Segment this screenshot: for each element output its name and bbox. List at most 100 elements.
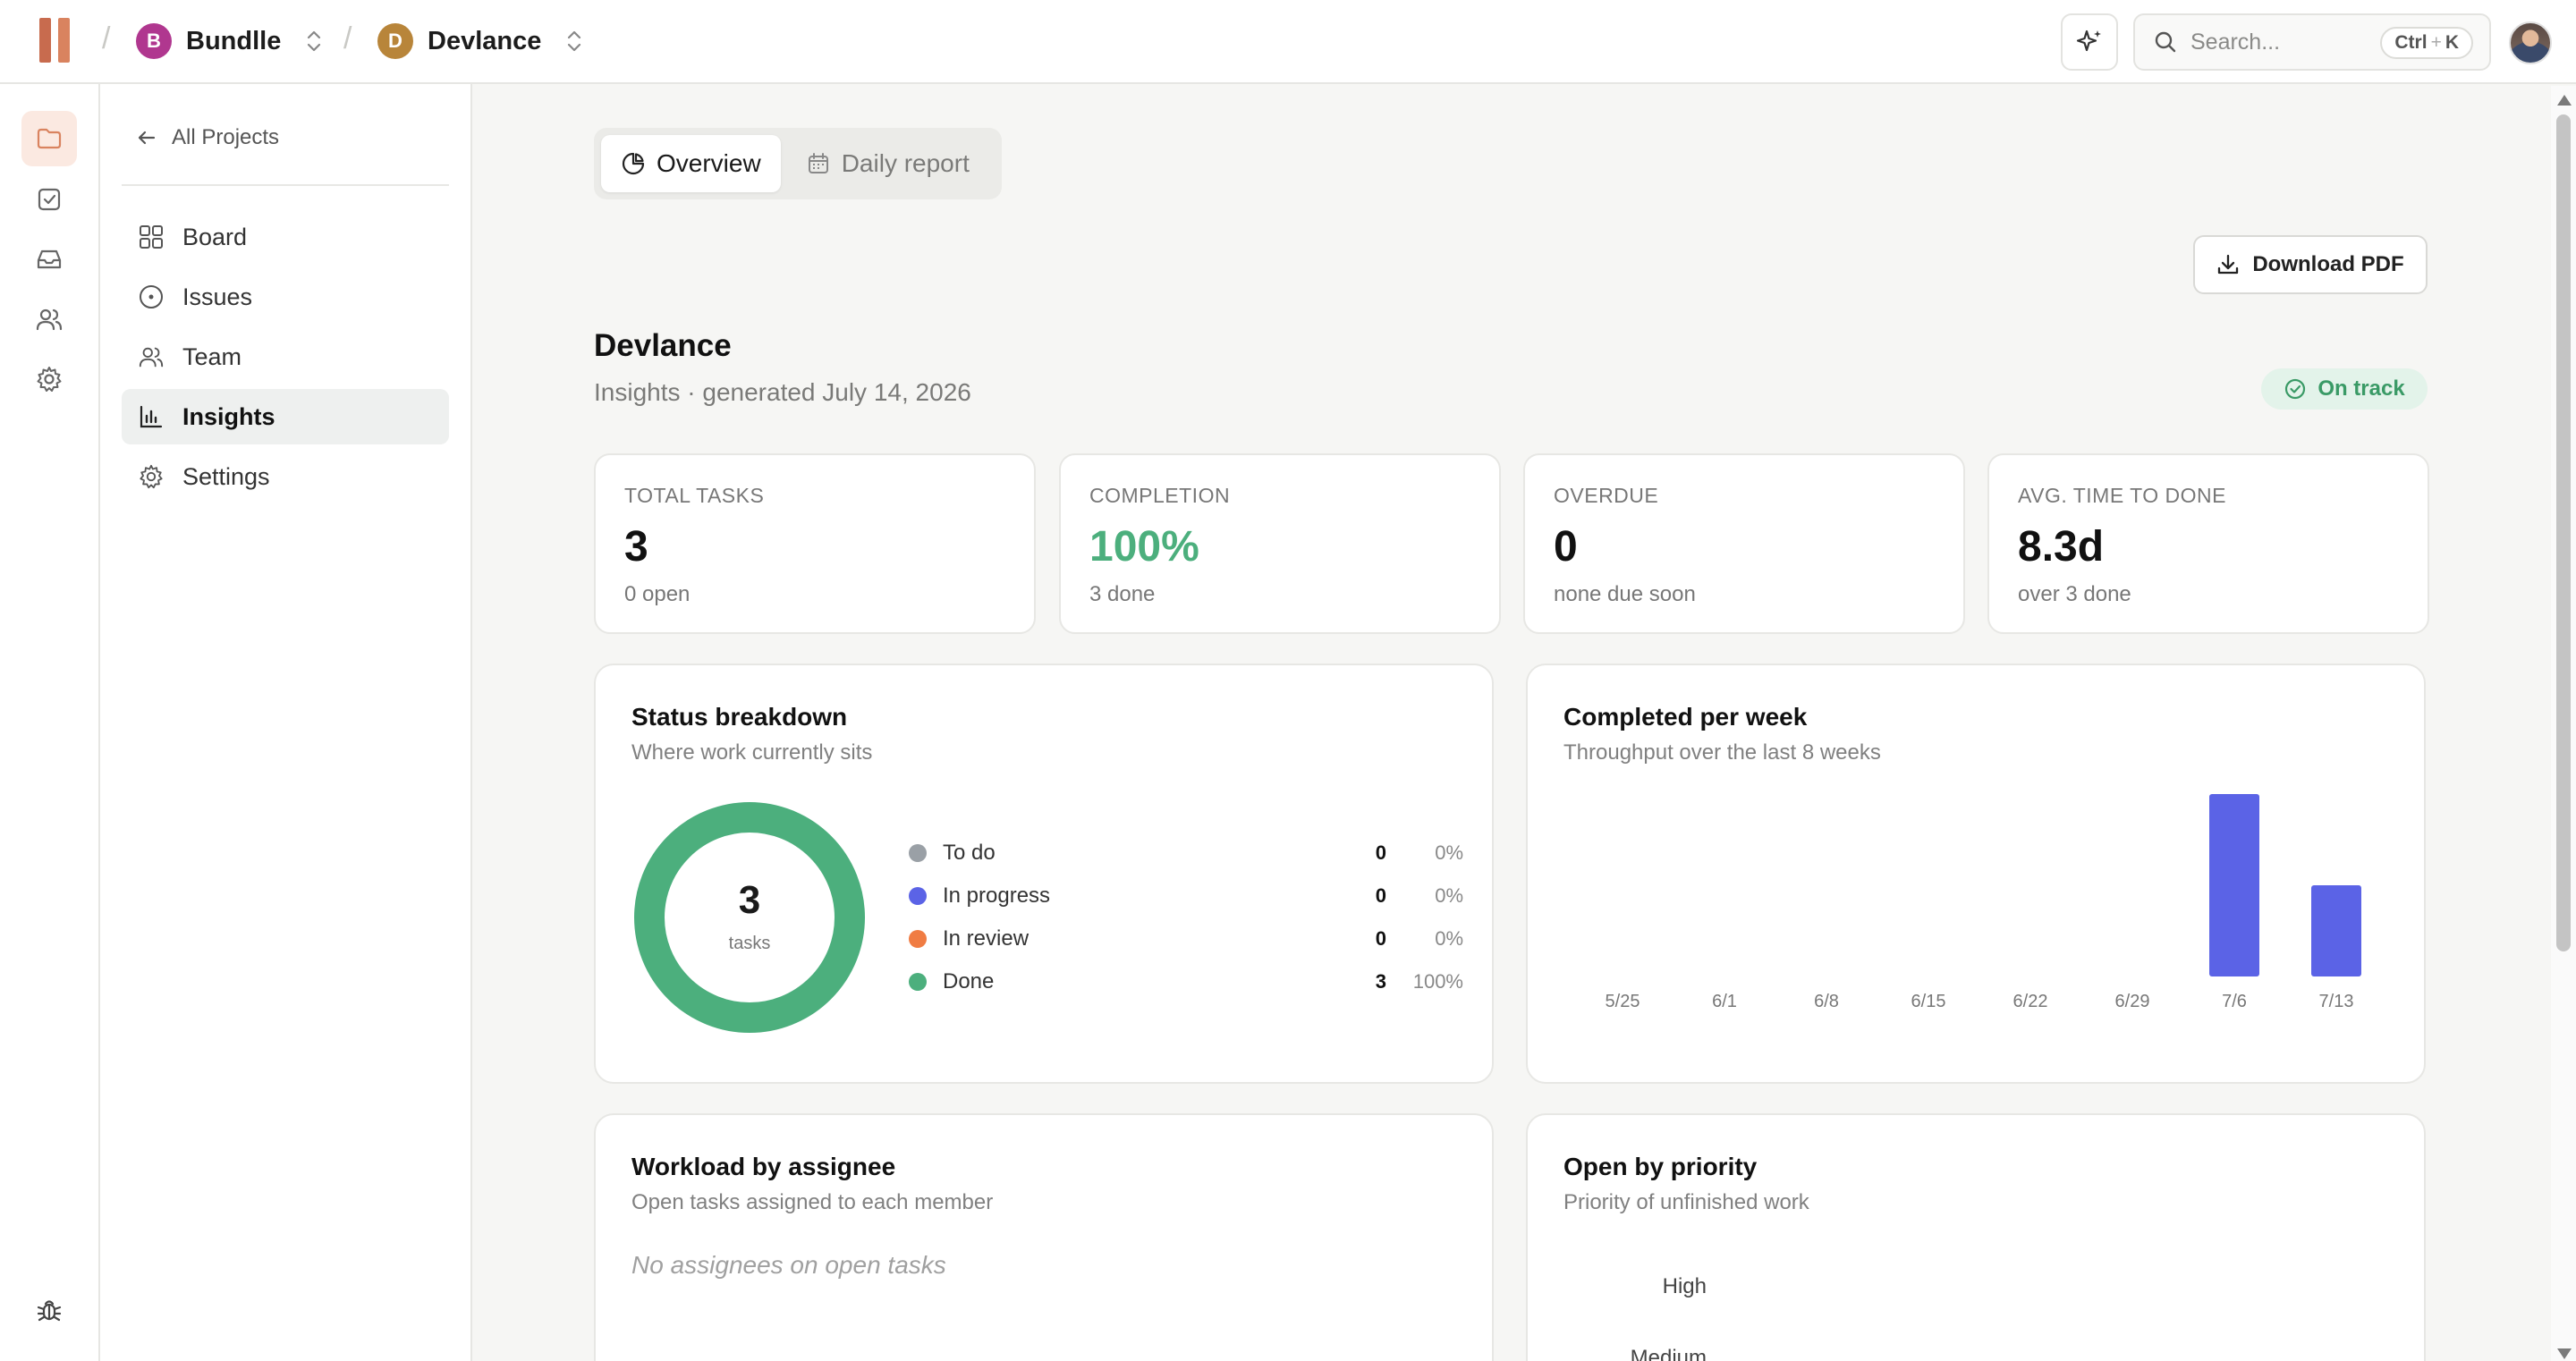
legend-label: Done [943,969,995,993]
check-circle-icon [2285,378,2306,400]
legend-percent: 0% [1435,927,1463,950]
x-tick-label: 6/29 [2115,992,2150,1011]
legend-row-in-progress: In progress 0 0% [909,878,1463,914]
legend-dot [909,844,927,862]
x-tick-label: 7/13 [2319,992,2354,1011]
search-icon [2155,31,2176,53]
card-subtitle: Priority of unfinished work [1563,1190,1809,1214]
circle-dot-icon [140,285,163,309]
sidebar-item-insights[interactable]: Insights [122,389,449,444]
stat-label: OVERDUE [1554,484,1659,507]
sparkles-icon [2076,30,2101,52]
download-pdf-button[interactable]: Download PDF [2193,235,2428,294]
tab-daily-report[interactable]: Daily report [786,135,989,192]
stat-card-total-tasks: TOTAL TASKS 3 0 open [594,453,1036,634]
priority-label-high: High [1662,1274,1707,1298]
search-input[interactable] [2190,29,2369,55]
stat-hint: 0 open [624,582,691,606]
x-tick-label: 6/22 [2013,992,2048,1011]
project-sidebar: All Projects Board Issues Team Insights … [100,84,472,1361]
completed-per-week-card: Completed per week Throughput over the l… [1526,664,2426,1084]
status-breakdown-card: Status breakdown Where work currently si… [594,664,1494,1084]
stat-card-overdue: OVERDUE 0 none due soon [1523,453,1965,634]
sidebar-divider [122,184,449,186]
legend-row-done: Done 3 100% [909,964,1463,1000]
legend-dot [909,930,927,948]
status-donut: 3 tasks [633,801,866,1034]
card-title: Completed per week [1563,703,1808,731]
search-box[interactable]: Ctrl+K [2133,13,2491,71]
bar-chart-icon [140,405,163,428]
scroll-thumb[interactable] [2556,114,2571,951]
ai-assistant-button[interactable] [2061,13,2118,71]
legend-dot [909,973,927,991]
tab-overview[interactable]: Overview [601,135,781,192]
legend-count: 0 [1375,884,1386,907]
card-subtitle: Open tasks assigned to each member [631,1190,994,1214]
shortcut-plus: + [2430,32,2442,53]
project-badge: D [377,23,413,59]
all-projects-label: All Projects [172,125,280,149]
rail-projects[interactable] [21,111,77,166]
legend-percent: 0% [1435,884,1463,907]
rail-inbox[interactable] [21,232,77,287]
chart-bar [2209,794,2259,976]
breadcrumb-separator: / [102,21,111,55]
app-logo[interactable] [39,18,70,63]
legend-percent: 100% [1412,970,1463,993]
card-title: Workload by assignee [631,1153,896,1180]
card-subtitle: Throughput over the last 8 weeks [1563,740,1881,765]
empty-state-message: No assignees on open tasks [631,1251,946,1279]
scroll-down-arrow[interactable] [2557,1348,2572,1359]
workspace-switcher[interactable]: B Bundlle [136,23,324,59]
rail-people[interactable] [21,292,77,347]
card-subtitle: Where work currently sits [631,740,873,765]
top-bar: / B Bundlle / D Devlance Ctrl+K [0,0,2576,84]
legend-label: To do [943,841,996,865]
tab-label: Daily report [841,149,970,177]
workspace-badge: B [136,23,172,59]
legend-dot [909,887,927,905]
sidebar-item-label: Team [182,342,242,370]
legend-row-todo: To do 0 0% [909,835,1463,871]
rail-tasks[interactable] [21,172,77,227]
legend-label: In progress [943,883,1051,908]
stat-hint: over 3 done [2018,582,2131,606]
project-switcher[interactable]: D Devlance [377,23,584,59]
bug-icon [37,1300,62,1322]
stat-value: 100% [1089,523,1199,571]
donut-total: 3 [738,878,761,922]
scroll-up-arrow[interactable] [2557,95,2572,106]
search-shortcut: Ctrl + K [2380,27,2473,59]
user-avatar[interactable] [2509,21,2552,64]
rail-settings[interactable] [21,351,77,407]
grid-icon [140,225,163,249]
sidebar-item-issues[interactable]: Issues [122,269,449,325]
priority-card: Open by priority Priority of unfinished … [1526,1113,2426,1361]
page-subtitle: Insights · generated July 14, 2026 [594,378,971,406]
users-icon [36,309,63,331]
gear-icon [140,464,163,489]
view-tabs: Overview Daily report [594,128,1002,199]
shortcut-ctrl: Ctrl [2394,32,2428,53]
tab-label: Overview [657,149,761,177]
rail-report-bug[interactable] [21,1282,77,1338]
all-projects-link[interactable]: All Projects [136,125,279,150]
legend-count: 0 [1375,927,1386,950]
inbox-icon [37,249,62,269]
sidebar-item-board[interactable]: Board [122,209,449,265]
stat-card-completion: COMPLETION 100% 3 done [1059,453,1501,634]
gear-icon [37,367,62,392]
x-tick-label: 6/1 [1712,992,1737,1011]
page-scrollbar[interactable] [2551,86,2576,1361]
chart-bar [2311,885,2361,976]
sidebar-item-label: Insights [182,402,275,430]
sidebar-item-label: Settings [182,462,270,490]
chevron-updown-icon [308,30,321,52]
stat-hint: 3 done [1089,582,1156,606]
sidebar-item-team[interactable]: Team [122,329,449,385]
x-tick-label: 5/25 [1606,992,1640,1011]
download-pdf-label: Download PDF [2252,252,2404,276]
project-name: Devlance [428,26,542,55]
sidebar-item-settings[interactable]: Settings [122,449,449,504]
